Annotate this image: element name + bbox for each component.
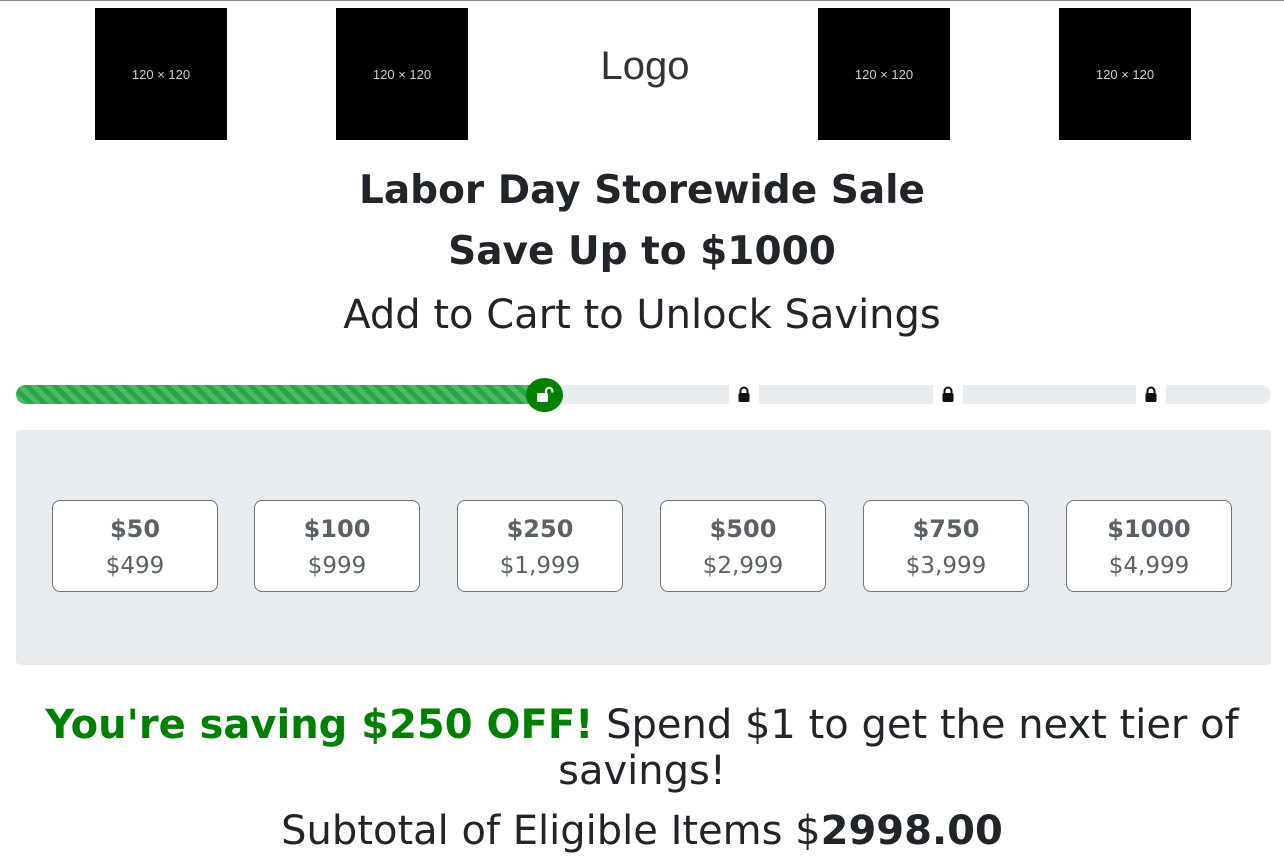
tier-card-1000[interactable]: $1000 $4,999	[1066, 500, 1232, 592]
current-savings-text: You're saving $250 OFF!	[45, 702, 594, 748]
tier-threshold: $2,999	[702, 553, 784, 579]
lock-icon	[1145, 386, 1157, 402]
milestone-locked	[729, 385, 759, 404]
logo-row: 120 × 120 120 × 120 Logo 120 × 120 120 ×…	[0, 8, 1284, 140]
lock-icon	[942, 386, 954, 402]
logo: Logo	[600, 44, 690, 88]
image-placeholder: 120 × 120	[818, 8, 950, 140]
tier-discount: $500	[709, 515, 777, 543]
subtotal-label: Subtotal of Eligible Items $	[281, 808, 821, 854]
milestone-locked	[1136, 385, 1166, 404]
unlock-savings-text: Add to Cart to Unlock Savings	[343, 292, 941, 338]
tier-discount: $250	[506, 515, 574, 543]
tier-discount: $1000	[1107, 515, 1191, 543]
savings-tiers-panel: $50 $499 $100 $999 $250 $1,999 $500 $2,9…	[16, 430, 1271, 665]
tier-threshold: $999	[307, 553, 367, 579]
tier-discount: $50	[109, 515, 161, 543]
sale-subtitle: Save Up to $1000	[448, 229, 836, 274]
tier-threshold: $1,999	[499, 553, 581, 579]
tier-threshold: $499	[105, 553, 165, 579]
tier-threshold: $3,999	[905, 553, 987, 579]
top-border	[0, 0, 1284, 1]
tier-card-100[interactable]: $100 $999	[254, 500, 420, 592]
tier-card-250[interactable]: $250 $1,999	[457, 500, 623, 592]
sale-title: Labor Day Storewide Sale	[359, 168, 925, 213]
subtotal-line: Subtotal of Eligible Items $2998.00	[0, 806, 1284, 856]
tier-discount: $750	[912, 515, 980, 543]
image-placeholder: 120 × 120	[95, 8, 227, 140]
milestone-unlocked	[526, 378, 563, 412]
subtotal-value: 2998.00	[820, 808, 1003, 854]
tier-card-750[interactable]: $750 $3,999	[863, 500, 1029, 592]
tier-card-50[interactable]: $50 $499	[52, 500, 218, 592]
lock-icon	[738, 386, 750, 402]
milestone-locked	[933, 385, 963, 404]
tier-discount: $100	[303, 515, 371, 543]
image-placeholder: 120 × 120	[1059, 8, 1191, 140]
savings-status: You're saving $250 OFF! Spend $1 to get …	[40, 702, 1244, 794]
image-placeholder: 120 × 120	[336, 8, 468, 140]
progress-fill	[16, 385, 556, 404]
savings-progress-bar	[16, 385, 1271, 404]
unlocked-lock-icon	[536, 386, 553, 402]
tier-threshold: $4,999	[1108, 553, 1190, 579]
tier-card-500[interactable]: $500 $2,999	[660, 500, 826, 592]
next-tier-text: Spend $1 to get the next tier of savings…	[558, 702, 1239, 794]
